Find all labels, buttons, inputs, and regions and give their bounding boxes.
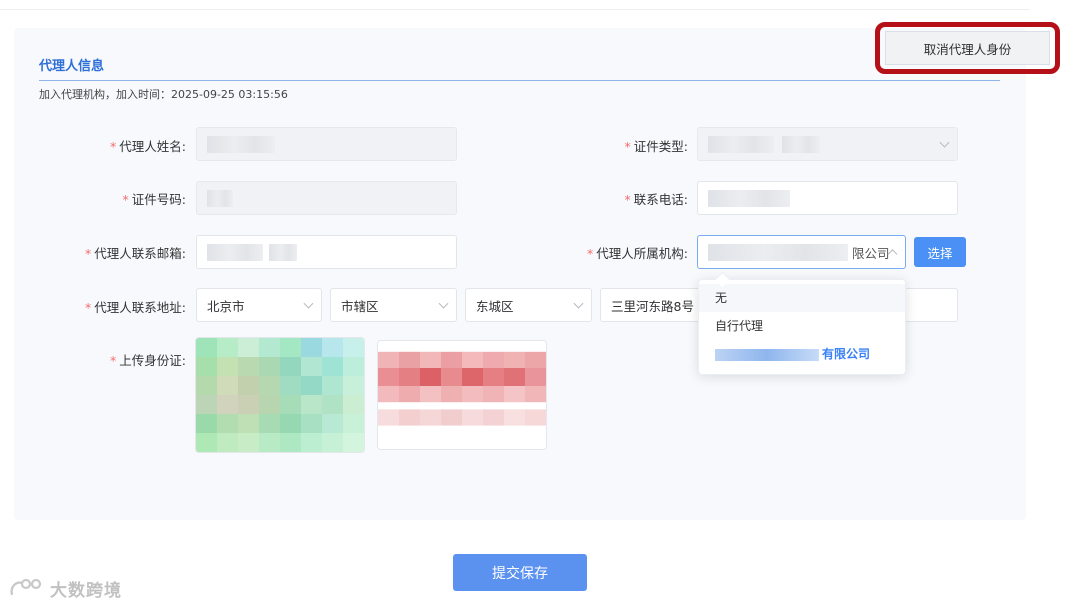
section-title: 代理人信息 xyxy=(39,59,105,74)
section-divider xyxy=(39,80,1000,81)
agency-dropdown: 无 自行代理 有限公司 xyxy=(698,279,906,375)
top-divider xyxy=(0,9,1030,10)
pixelated-image xyxy=(196,338,364,452)
pixelated-image xyxy=(378,341,546,449)
dropdown-option-self[interactable]: 自行代理 xyxy=(699,312,905,340)
chevron-down-icon xyxy=(939,137,950,148)
highlight-box xyxy=(875,22,1060,74)
agent-name-input[interactable] xyxy=(196,127,457,161)
redacted-text xyxy=(715,348,819,361)
dropdown-option-company[interactable]: 有限公司 xyxy=(699,340,905,368)
city-select[interactable]: 市辖区 xyxy=(330,288,457,322)
upload-id-label: * 上传身份证: xyxy=(110,353,186,368)
watermark: 大数跨境 xyxy=(8,576,122,601)
dropdown-option-none[interactable]: 无 xyxy=(699,284,905,312)
chevron-down-icon xyxy=(438,298,449,309)
chevron-down-icon xyxy=(573,298,584,309)
id-card-back-image[interactable] xyxy=(377,340,547,450)
agency-select[interactable]: 限公司 xyxy=(697,235,906,269)
agent-name-label: * 代理人姓名: xyxy=(110,139,186,154)
select-agency-button[interactable]: 选择 xyxy=(914,237,966,267)
id-number-label: * 证件号码: xyxy=(122,192,186,207)
province-select[interactable]: 北京市 xyxy=(196,288,322,322)
phone-label: * 联系电话: xyxy=(624,192,688,207)
watermark-logo-icon xyxy=(10,578,42,595)
id-type-select[interactable] xyxy=(697,127,958,161)
phone-input[interactable] xyxy=(697,181,958,215)
district-select[interactable]: 东城区 xyxy=(465,288,592,322)
id-type-label: * 证件类型: xyxy=(624,139,688,154)
agency-label: * 代理人所属机构: xyxy=(587,246,688,261)
email-input[interactable] xyxy=(196,235,457,269)
id-card-front-image[interactable] xyxy=(195,337,365,453)
id-number-input[interactable] xyxy=(196,181,457,215)
email-label: * 代理人联系邮箱: xyxy=(85,246,186,261)
submit-save-button[interactable]: 提交保存 xyxy=(453,554,587,591)
address-label: * 代理人联系地址: xyxy=(85,300,186,315)
chevron-down-icon xyxy=(303,298,314,309)
section-subtitle: 加入代理机构，加入时间：2025-09-25 03:15:56 xyxy=(39,88,288,101)
